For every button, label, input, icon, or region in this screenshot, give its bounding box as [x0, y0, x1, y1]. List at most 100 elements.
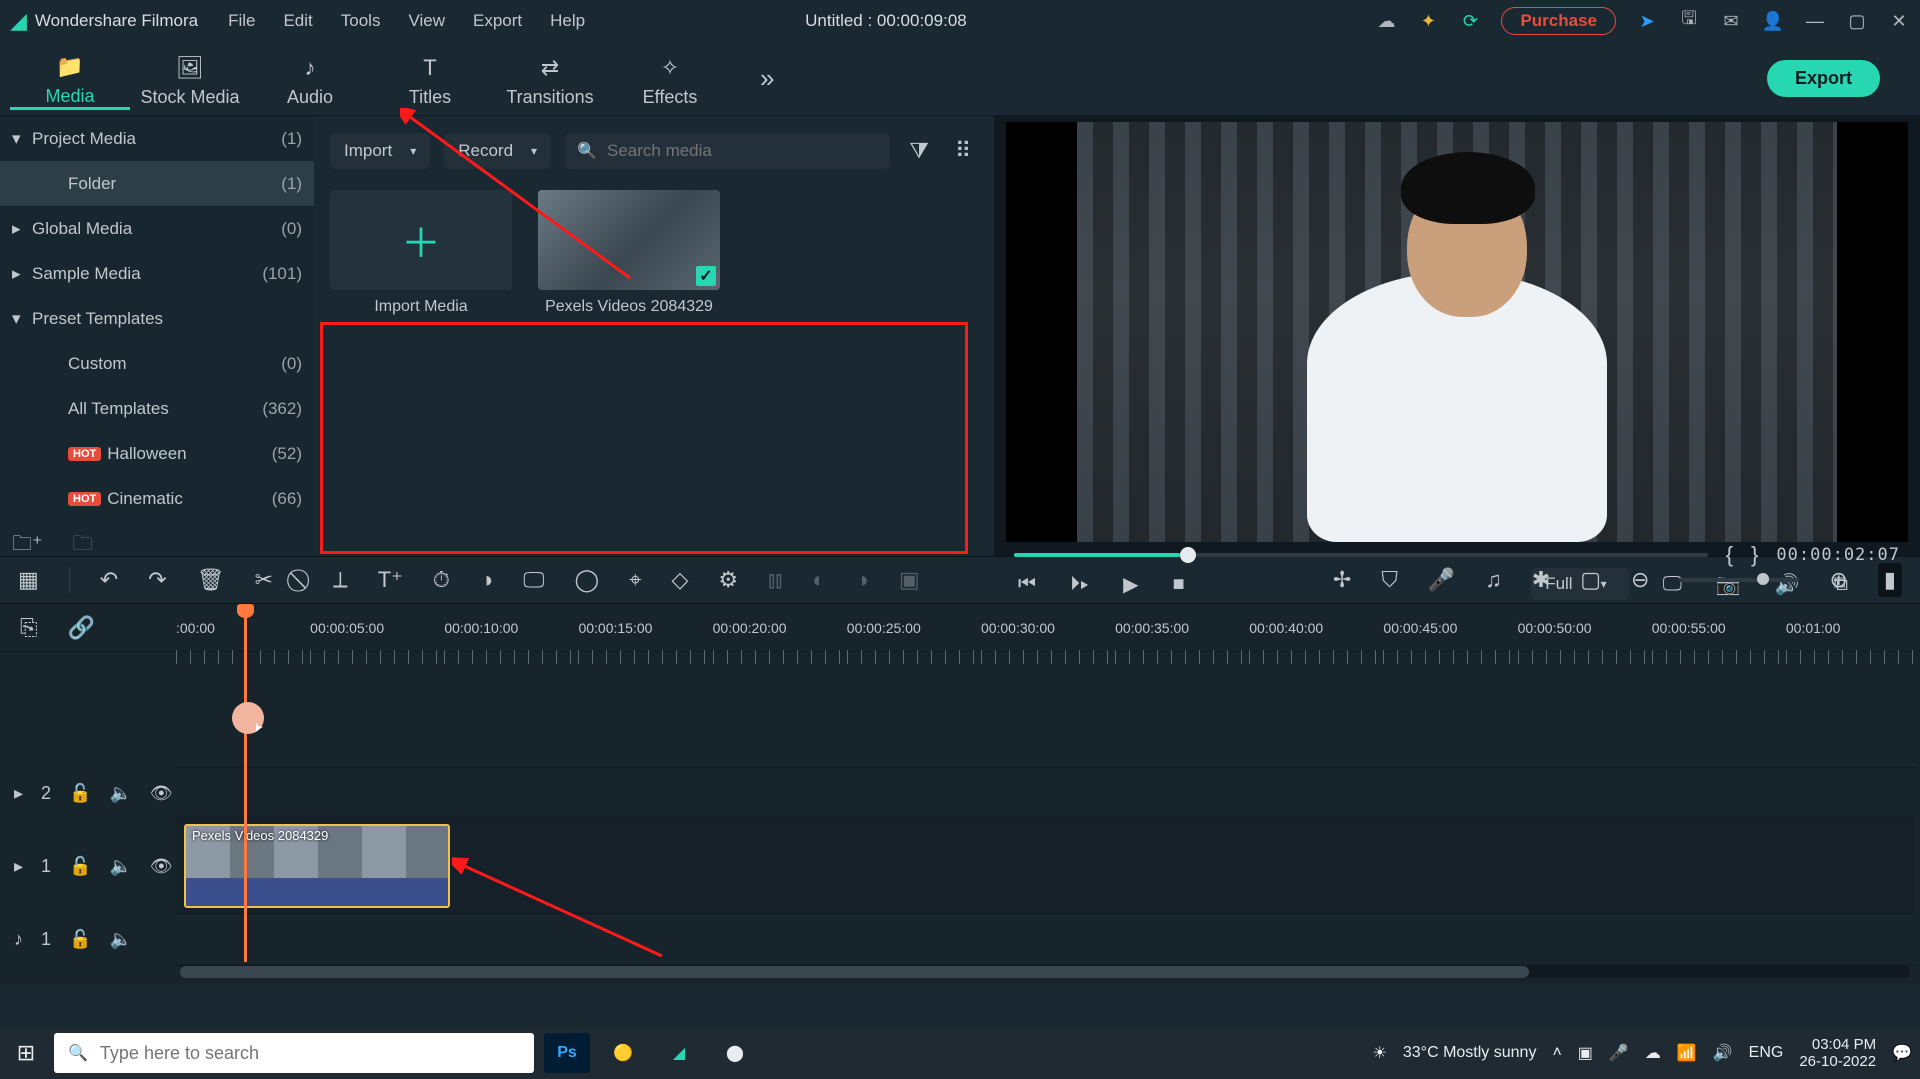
menu-view[interactable]: View: [408, 11, 445, 31]
link-icon[interactable]: 🔗: [68, 615, 95, 641]
refresh-icon[interactable]: ⟳: [1459, 10, 1481, 32]
speed-icon[interactable]: ⏱: [433, 567, 450, 593]
library-item[interactable]: ▾Project Media(1): [0, 116, 314, 161]
windows-search-input[interactable]: [100, 1043, 520, 1064]
lock-icon[interactable]: 🔓: [69, 856, 91, 877]
library-item[interactable]: Folder(1): [0, 161, 314, 206]
mixer-icon[interactable]: ✱: [1532, 567, 1550, 593]
screen-icon[interactable]: 🖵: [523, 567, 544, 593]
tray-notifications-icon[interactable]: 💬: [1892, 1043, 1912, 1063]
track-head-v2[interactable]: ▸2🔓🔈👁: [0, 768, 176, 818]
library-item[interactable]: Custom(0): [0, 341, 314, 386]
track-head-v1[interactable]: ▸1🔓🔈👁: [0, 818, 176, 914]
send-icon[interactable]: ➤: [1636, 10, 1658, 32]
preview-viewport[interactable]: [1006, 122, 1908, 542]
save-icon[interactable]: 🖫: [1678, 10, 1700, 32]
folder-icon[interactable]: 🗀: [73, 529, 93, 563]
maximize-icon[interactable]: ▢: [1846, 10, 1868, 32]
record-dropdown[interactable]: Record▾: [444, 133, 551, 169]
eye-icon[interactable]: 👁: [150, 856, 173, 877]
minimize-icon[interactable]: —: [1804, 10, 1826, 32]
tab-titles[interactable]: TTitles: [370, 49, 490, 108]
color-icon[interactable]: ◑: [480, 567, 493, 593]
tray-meet-icon[interactable]: ▣: [1578, 1043, 1593, 1063]
library-item[interactable]: All Templates(362): [0, 386, 314, 431]
eye-icon[interactable]: 👁: [150, 783, 173, 804]
timeline-ruler[interactable]: :00:0000:00:05:0000:00:10:0000:00:15:000…: [0, 604, 1920, 652]
export-button[interactable]: Export: [1767, 60, 1880, 97]
marker-icon[interactable]: ▢: [1580, 567, 1601, 593]
library-item[interactable]: ▸Sample Media(101): [0, 251, 314, 296]
tab-stock-media[interactable]: 🖼Stock Media: [130, 49, 250, 108]
music-icon[interactable]: ♫: [1485, 567, 1502, 593]
mute-icon[interactable]: 🔈: [109, 783, 131, 804]
target-icon[interactable]: ✢: [1333, 567, 1351, 593]
display-icon[interactable]: 🖵: [1663, 573, 1682, 596]
play-slow-icon[interactable]: ⏵▸: [1070, 573, 1089, 596]
tab-effects[interactable]: ✧Effects: [610, 49, 730, 108]
tray-clock[interactable]: 03:04 PM 26-10-2022: [1799, 1036, 1876, 1070]
library-item[interactable]: ▸Global Media(0): [0, 206, 314, 251]
timeline-clip[interactable]: Pexels Videos 2084329: [184, 824, 450, 908]
mic-icon[interactable]: 🎤: [1428, 567, 1455, 593]
new-folder-icon[interactable]: 🗀⁺: [12, 529, 43, 563]
paint-icon[interactable]: ◇: [672, 567, 689, 593]
undo-icon[interactable]: ↶: [100, 567, 118, 593]
mark-in-icon[interactable]: {: [1726, 542, 1733, 568]
circle-icon[interactable]: ◯: [574, 567, 599, 593]
stop-icon[interactable]: ■: [1172, 573, 1184, 596]
zoom-in-icon[interactable]: ⊕: [1829, 567, 1847, 593]
menu-edit[interactable]: Edit: [283, 11, 312, 31]
cloud-icon[interactable]: ☁: [1375, 10, 1397, 32]
filter-icon[interactable]: ⧩: [904, 138, 934, 164]
tray-language[interactable]: ENG: [1749, 1044, 1784, 1062]
tab-transitions[interactable]: ⇄Transitions: [490, 49, 610, 108]
step-back-icon[interactable]: ⏮: [1018, 573, 1036, 596]
tray-chevron-icon[interactable]: ˄: [1552, 1044, 1561, 1062]
purchase-button[interactable]: Purchase: [1501, 7, 1616, 35]
fit-icon[interactable]: ▮: [1878, 563, 1902, 597]
grid-view-icon[interactable]: ⠿: [948, 138, 978, 164]
close-icon[interactable]: ✕: [1888, 10, 1910, 32]
media-clip-tile[interactable]: Pexels Videos 2084329: [538, 190, 720, 316]
taskbar-app-chrome[interactable]: 🟡: [600, 1033, 646, 1073]
redo-icon[interactable]: ↷: [148, 567, 166, 593]
weather-text[interactable]: 33°C Mostly sunny: [1403, 1044, 1537, 1062]
library-item[interactable]: HOTHalloween(52): [0, 431, 314, 476]
mute-icon[interactable]: 🔈: [109, 929, 131, 950]
text-tool-icon[interactable]: T⁺: [378, 567, 403, 593]
lock-icon[interactable]: 🔓: [69, 783, 91, 804]
tray-volume-icon[interactable]: 🔊: [1713, 1043, 1733, 1063]
taskbar-app-filmora[interactable]: ◢: [656, 1033, 702, 1073]
mail-icon[interactable]: ✉: [1720, 10, 1742, 32]
focus-icon[interactable]: ⌖: [629, 567, 641, 593]
tray-wifi-icon[interactable]: 📶: [1677, 1043, 1697, 1063]
weather-icon[interactable]: ☀: [1373, 1043, 1387, 1063]
tab-audio[interactable]: ♪Audio: [250, 49, 370, 108]
copy-icon[interactable]: ⎘: [20, 615, 38, 641]
mark-out-icon[interactable]: }: [1751, 542, 1758, 568]
cut-icon[interactable]: ✂: [255, 567, 273, 593]
library-item[interactable]: ▾Preset Templates: [0, 296, 314, 341]
search-input[interactable]: [607, 141, 878, 161]
lock-icon[interactable]: 🔓: [69, 929, 91, 950]
preview-scrubber[interactable]: [1014, 553, 1708, 557]
menu-help[interactable]: Help: [550, 11, 585, 31]
sliders-icon[interactable]: ⚙: [718, 567, 738, 593]
layout-icon[interactable]: ▦: [18, 567, 39, 593]
taskbar-app-photoshop[interactable]: Ps: [544, 1033, 590, 1073]
import-dropdown[interactable]: Import▾: [330, 133, 430, 169]
crop-icon[interactable]: ⟂: [333, 567, 348, 593]
shield-icon[interactable]: ⛉: [1381, 567, 1398, 593]
tab-media[interactable]: 📁Media: [10, 48, 130, 110]
taskbar-app-obs[interactable]: ⬤: [712, 1033, 758, 1073]
library-item[interactable]: HOTCinematic(66): [0, 476, 314, 521]
more-tabs-icon[interactable]: »: [760, 63, 774, 94]
start-button[interactable]: ⊞: [8, 1040, 44, 1066]
mute-icon[interactable]: 🔈: [109, 856, 131, 877]
menu-export[interactable]: Export: [473, 11, 522, 31]
search-media[interactable]: 🔍: [565, 133, 890, 169]
menu-file[interactable]: File: [228, 11, 255, 31]
sparkle-icon[interactable]: ✦: [1417, 10, 1439, 32]
timeline-scrollbar[interactable]: [180, 966, 1910, 978]
